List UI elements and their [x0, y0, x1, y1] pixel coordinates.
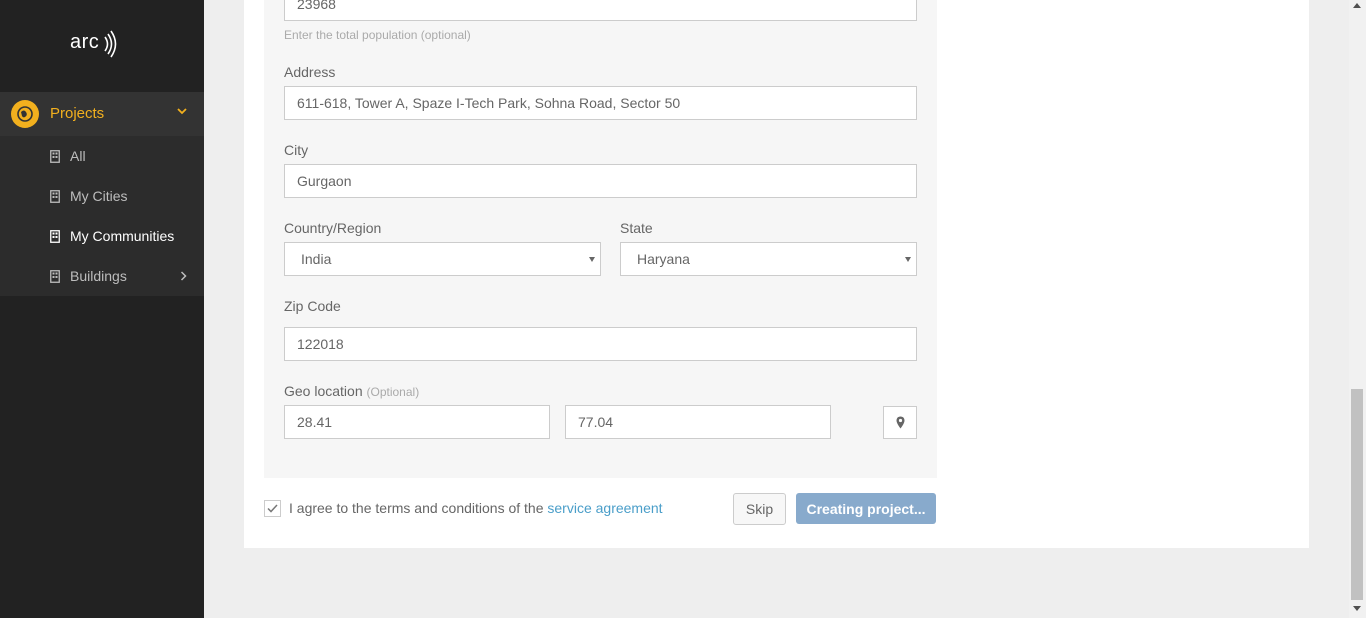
checkmark-icon: [267, 504, 278, 513]
caret-down-icon: [905, 257, 911, 262]
state-label: State: [620, 220, 653, 236]
create-project-button[interactable]: Creating project...: [796, 493, 936, 524]
address-input[interactable]: 611-618, Tower A, Spaze I-Tech Park, Soh…: [284, 86, 917, 120]
geo-optional-text: (Optional): [366, 385, 420, 399]
map-pin-icon: [896, 416, 904, 429]
building-icon: [50, 190, 60, 203]
agree-text-prefix: I agree to the terms and conditions of t…: [289, 500, 544, 516]
scroll-thumb[interactable]: [1351, 389, 1363, 600]
map-pin-button[interactable]: [883, 406, 917, 439]
state-select[interactable]: Haryana: [620, 242, 917, 276]
scroll-down-arrow-icon[interactable]: [1353, 606, 1361, 611]
logo-text: arc: [70, 31, 100, 53]
geo-label-text: Geo location: [284, 383, 363, 399]
scroll-up-arrow-icon[interactable]: [1353, 3, 1361, 8]
sidebar-item-my-communities[interactable]: My Communities: [0, 216, 204, 256]
city-input[interactable]: Gurgaon: [284, 164, 917, 198]
latitude-input[interactable]: 28.41: [284, 405, 550, 439]
sidebar-item-label: My Communities: [70, 228, 175, 244]
country-label: Country/Region: [284, 220, 382, 236]
projects-label: Projects: [50, 105, 105, 122]
sidebar-item-label: My Cities: [70, 188, 128, 204]
page-scrollbar[interactable]: [1349, 0, 1366, 618]
skip-button[interactable]: Skip: [733, 493, 786, 525]
longitude-input[interactable]: 77.04: [565, 405, 831, 439]
address-label: Address: [284, 64, 336, 80]
chevron-right-icon: [180, 271, 187, 281]
building-icon: [50, 150, 60, 163]
zip-label: Zip Code: [284, 298, 341, 314]
building-icon: [50, 230, 60, 243]
state-selected-value: Haryana: [637, 251, 690, 267]
sidebar-item-buildings[interactable]: Buildings: [0, 256, 204, 296]
agree-text: I agree to the terms and conditions of t…: [289, 500, 663, 516]
signal-waves-icon: [104, 30, 117, 58]
projects-submenu: All My Cities My Communities Buildings: [0, 136, 204, 296]
geo-label: Geo location (Optional): [284, 383, 419, 399]
population-input[interactable]: 23968: [284, 0, 917, 21]
building-icon: [50, 270, 60, 283]
country-selected-value: India: [301, 251, 332, 267]
sidebar-item-label: Buildings: [70, 268, 127, 284]
sidebar-item-label: All: [70, 148, 86, 164]
population-hint: Enter the total population (optional): [284, 28, 471, 42]
projects-icon: [11, 100, 39, 128]
caret-down-icon: [589, 257, 595, 262]
service-agreement-link[interactable]: service agreement: [547, 500, 662, 516]
arc-logo[interactable]: arc: [70, 28, 120, 60]
zip-input[interactable]: 122018: [284, 327, 917, 361]
sidebar-item-projects[interactable]: Projects: [0, 92, 204, 136]
country-select[interactable]: India: [284, 242, 601, 276]
sidebar-item-my-cities[interactable]: My Cities: [0, 176, 204, 216]
sidebar: arc Projects All My Cities My Communitie…: [0, 0, 204, 618]
city-label: City: [284, 142, 309, 158]
sidebar-item-all[interactable]: All: [0, 136, 204, 176]
agree-checkbox[interactable]: [264, 500, 281, 517]
chevron-down-icon: [177, 108, 187, 115]
